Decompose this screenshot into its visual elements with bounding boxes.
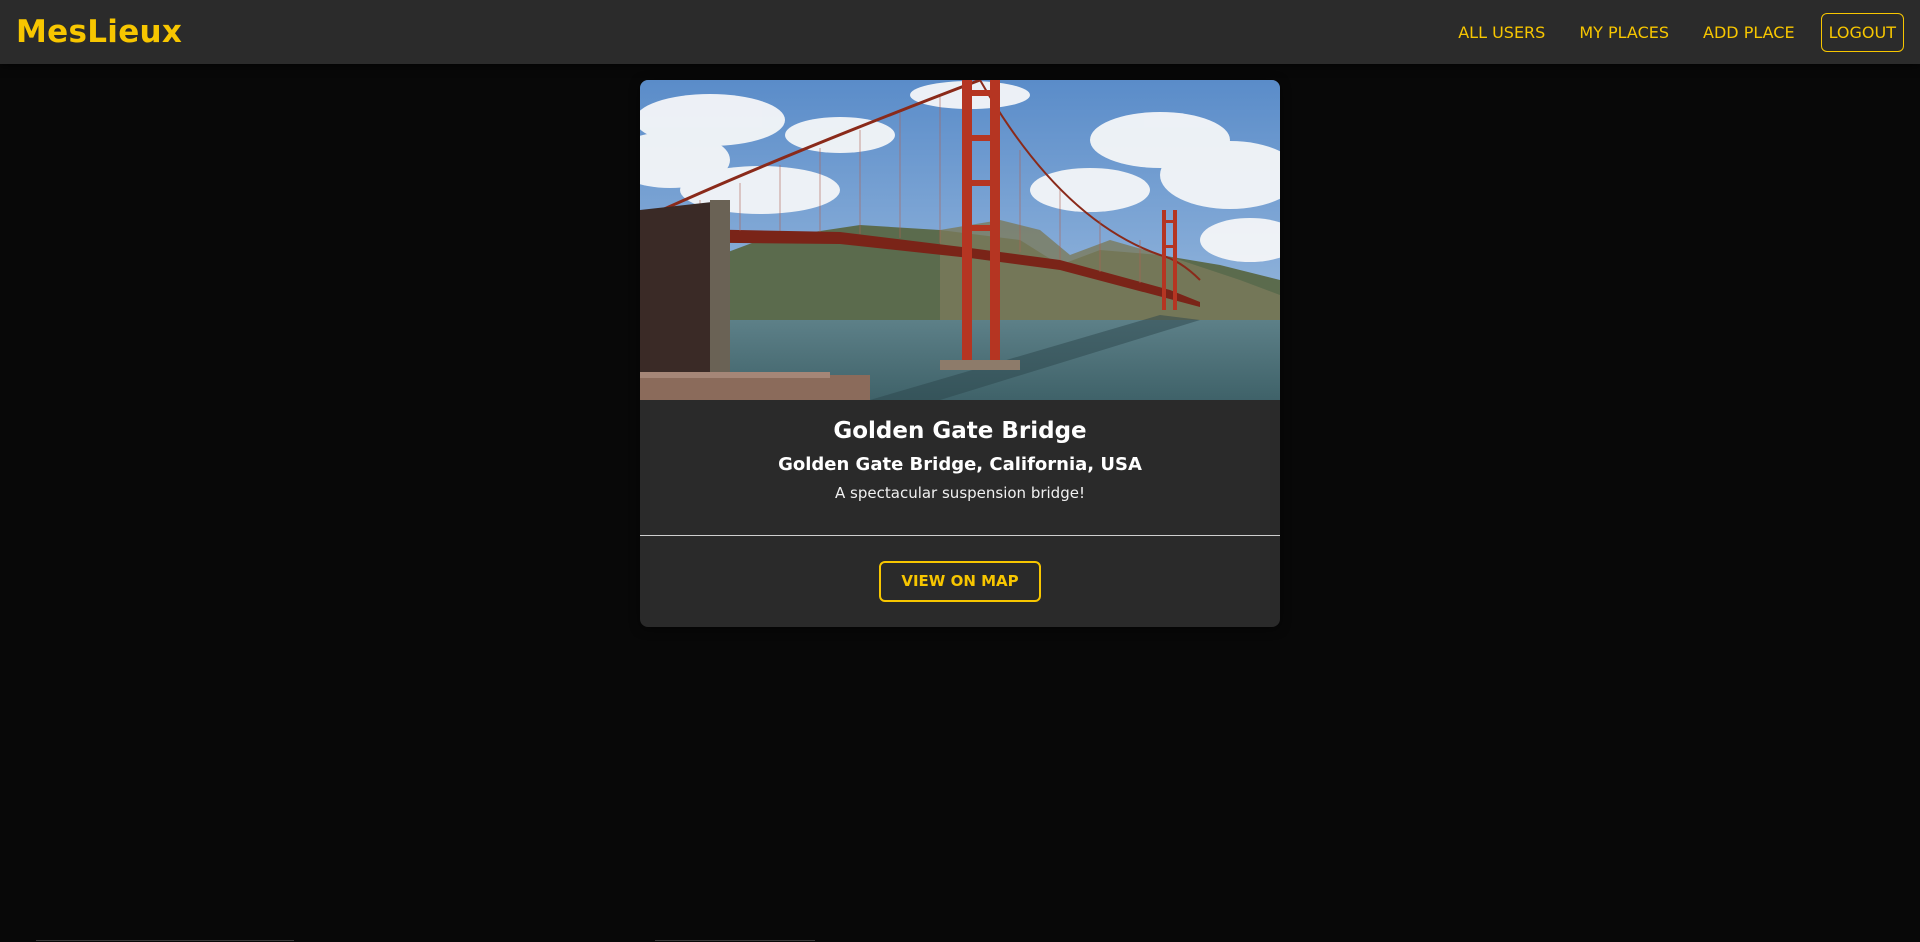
place-title: Golden Gate Bridge	[833, 418, 1087, 444]
nav-add-place[interactable]: ADD PLACE	[1686, 13, 1812, 52]
golden-gate-bridge-photo	[640, 80, 1280, 400]
nav-my-places[interactable]: MY PLACES	[1562, 13, 1686, 52]
nav-all-users[interactable]: ALL USERS	[1441, 13, 1562, 52]
top-navigation-bar: MesLieux ALL USERS MY PLACES ADD PLACE L…	[0, 0, 1920, 64]
logout-button[interactable]: LOGOUT	[1820, 12, 1904, 52]
brand-logo[interactable]: MesLieux	[16, 14, 182, 50]
place-image	[640, 80, 1280, 400]
place-card: Golden Gate Bridge Golden Gate Bridge, C…	[640, 80, 1280, 627]
place-actions: VIEW ON MAP	[640, 536, 1280, 626]
view-on-map-button[interactable]: VIEW ON MAP	[879, 560, 1041, 602]
divider	[36, 940, 294, 941]
place-address: Golden Gate Bridge, California, USA	[778, 454, 1142, 475]
main-nav: ALL USERS MY PLACES ADD PLACE LOGOUT	[1441, 12, 1904, 52]
place-description: A spectacular suspension bridge!	[835, 484, 1085, 502]
place-info: Golden Gate Bridge Golden Gate Bridge, C…	[640, 400, 1280, 536]
divider	[655, 940, 815, 941]
